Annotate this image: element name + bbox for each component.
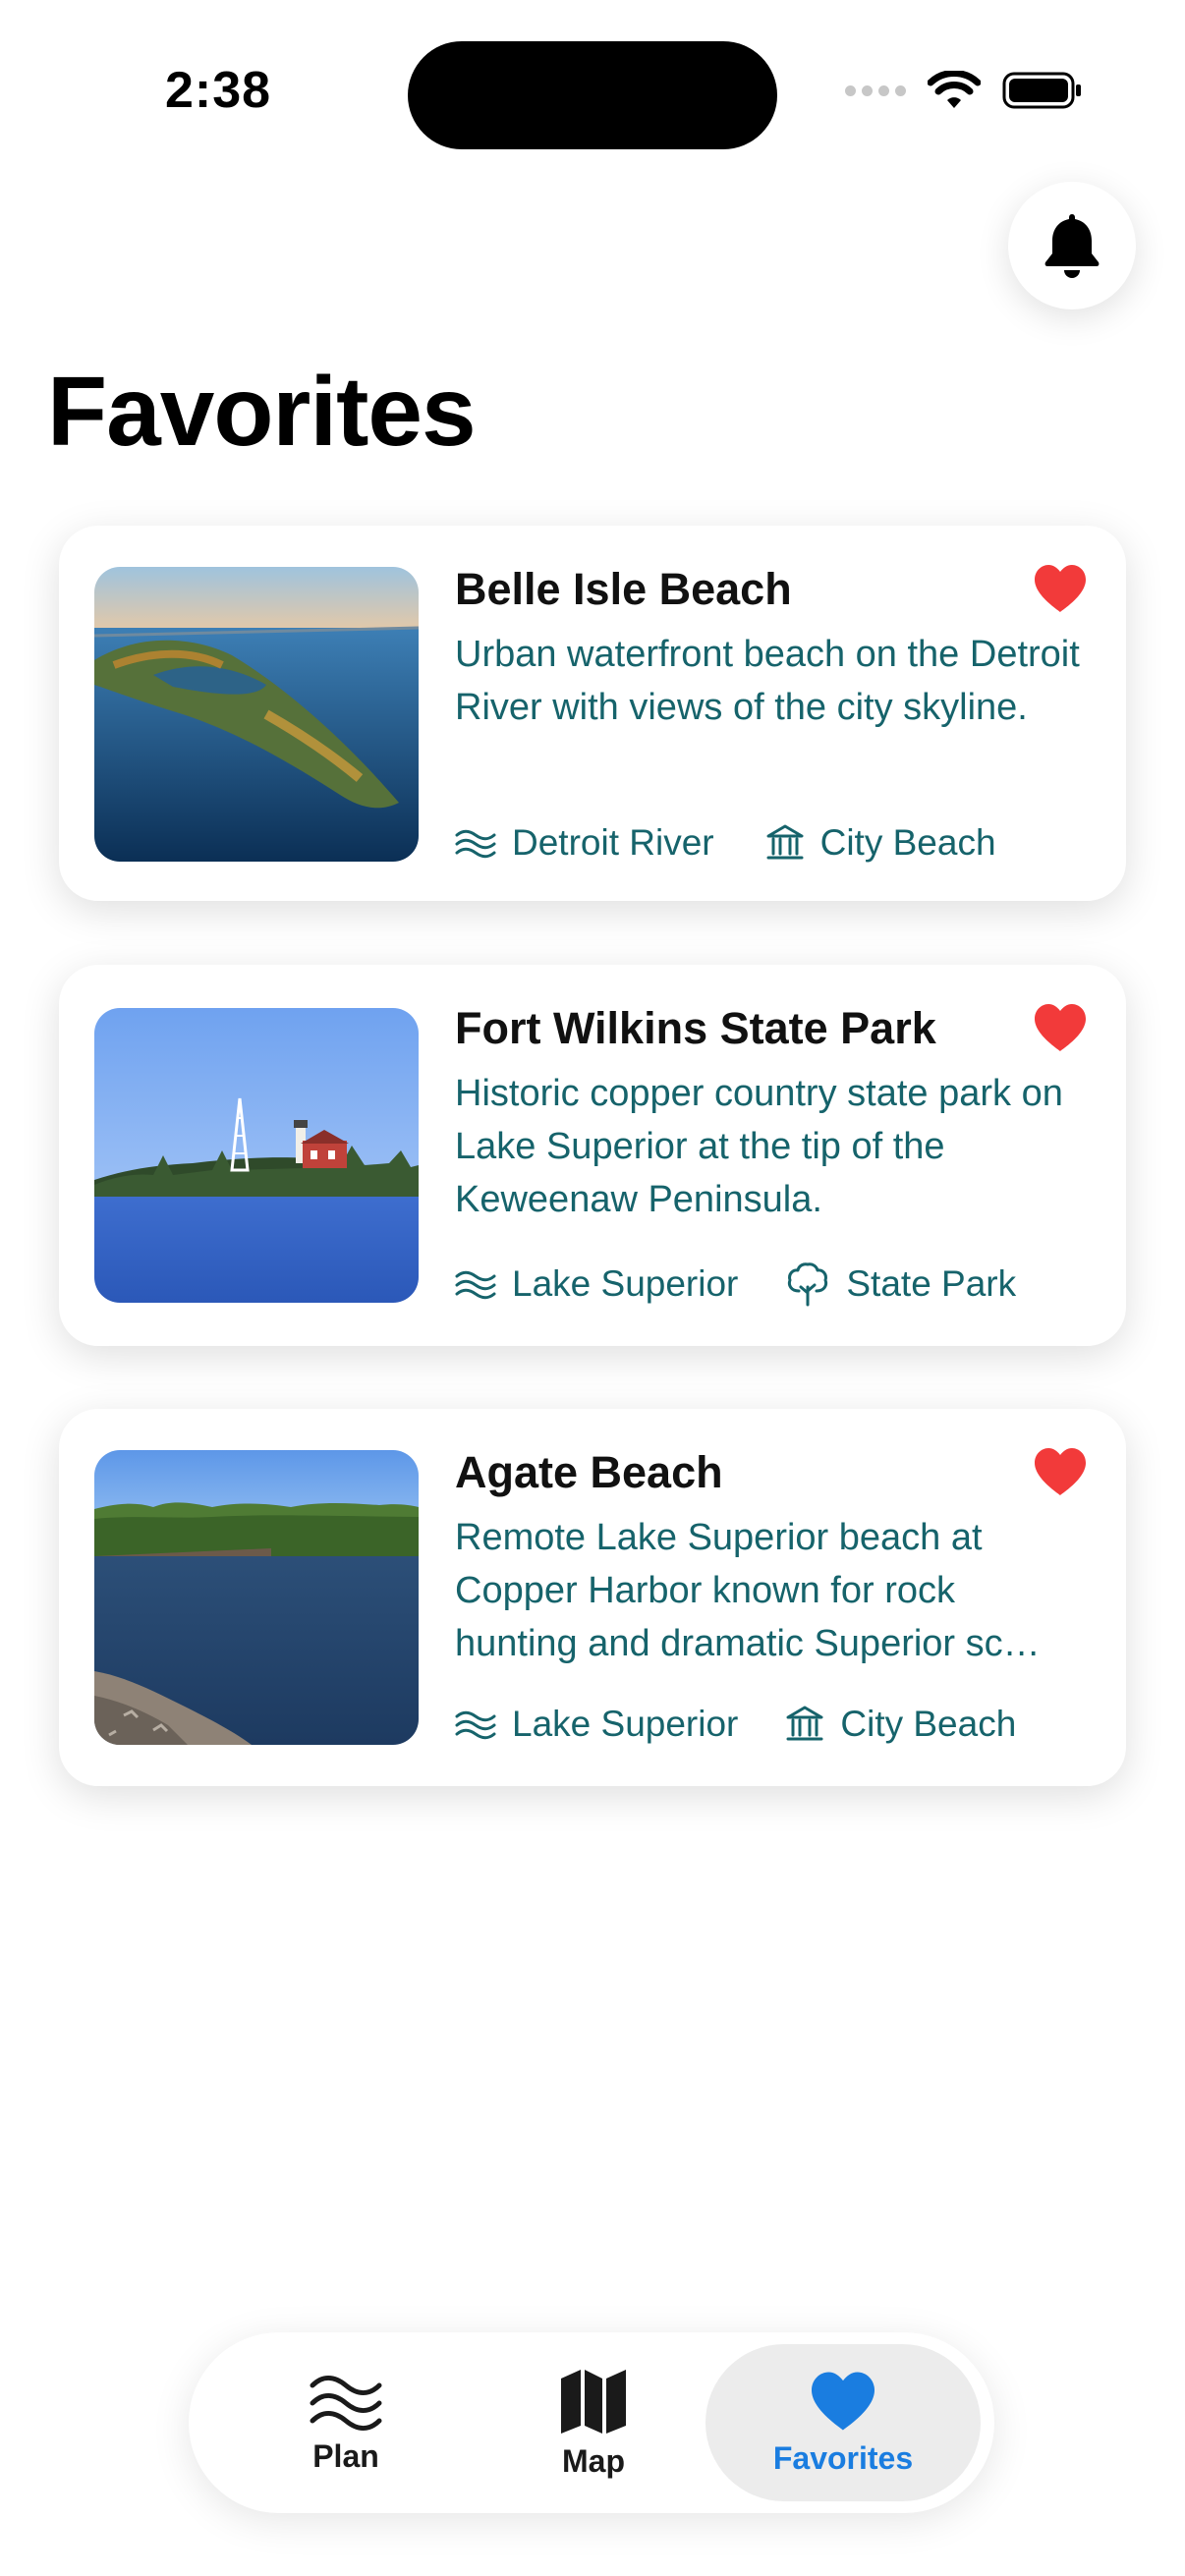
beach-type-tag: State Park [785, 1261, 1016, 1307]
beach-type-tag: City Beach [765, 822, 996, 864]
water-body-tag: Lake Superior [455, 1263, 738, 1305]
favorites-screen: 2:38 Favorites Belle Isle Beach Urban wa… [0, 0, 1185, 2576]
battery-icon [1002, 72, 1081, 109]
water-body-label: Detroit River [512, 822, 714, 863]
cellular-signal-icon [845, 84, 906, 96]
heart-icon [812, 2371, 875, 2431]
page-title: Favorites [47, 357, 477, 467]
status-icons [845, 71, 1083, 110]
heart-icon[interactable] [1032, 1446, 1089, 1497]
tab-favorites[interactable]: Favorites [705, 2344, 981, 2501]
tab-map[interactable]: Map [456, 2344, 731, 2501]
beach-photo [94, 567, 419, 862]
water-body-label: Lake Superior [512, 1704, 739, 1744]
tree-icon [788, 1262, 828, 1307]
water-waves-icon [310, 2375, 382, 2431]
heart-icon[interactable] [1032, 1002, 1089, 1053]
map-icon [561, 2369, 626, 2434]
building-columns-icon [766, 824, 804, 860]
tab-label: Map [562, 2442, 625, 2479]
status-time: 2:38 [165, 62, 272, 119]
beach-title: Belle Isle Beach [455, 564, 792, 614]
beach-title: Agate Beach [455, 1447, 723, 1497]
tab-bar: Plan Map Favorites [189, 2332, 994, 2513]
beach-type-label: City Beach [840, 1704, 1017, 1744]
water-waves-icon [455, 1710, 496, 1740]
heart-icon[interactable] [1032, 563, 1089, 614]
beach-meta: Lake Superior State Park [455, 1261, 1016, 1307]
dynamic-island [408, 41, 777, 149]
water-waves-icon [455, 1270, 496, 1300]
beach-meta: Detroit River City Beach [455, 822, 996, 864]
favorite-card[interactable]: Belle Isle Beach Urban waterfront beach … [59, 526, 1126, 901]
beach-type-tag: City Beach [785, 1704, 1016, 1745]
bell-icon [1044, 214, 1100, 278]
tab-label: Favorites [772, 2439, 914, 2476]
beach-type-label: City Beach [819, 822, 996, 863]
beach-type-label: State Park [846, 1263, 1017, 1304]
beach-photo [94, 1008, 419, 1303]
water-body-label: Lake Superior [512, 1263, 739, 1304]
water-body-tag: Lake Superior [455, 1704, 738, 1745]
favorite-card[interactable]: Agate Beach Remote Lake Superior beach a… [59, 1409, 1126, 1786]
beach-description: Remote Lake Superior beach at Copper Har… [455, 1517, 1041, 1664]
tab-label: Plan [312, 2437, 379, 2474]
beach-description: Urban waterfront beach on the Detroit Ri… [455, 634, 1080, 728]
water-waves-icon [455, 829, 496, 859]
notifications-button[interactable] [1008, 182, 1136, 309]
favorite-card[interactable]: Fort Wilkins State Park Historic copper … [59, 965, 1126, 1346]
water-body-tag: Detroit River [455, 822, 714, 864]
beach-title: Fort Wilkins State Park [455, 1003, 936, 1053]
wifi-icon [928, 71, 981, 108]
beach-photo [94, 1450, 419, 1745]
tab-plan[interactable]: Plan [208, 2344, 483, 2501]
building-columns-icon [786, 1706, 823, 1741]
beach-description: Historic copper country state park on La… [455, 1073, 1063, 1220]
beach-meta: Lake Superior City Beach [455, 1704, 1016, 1745]
